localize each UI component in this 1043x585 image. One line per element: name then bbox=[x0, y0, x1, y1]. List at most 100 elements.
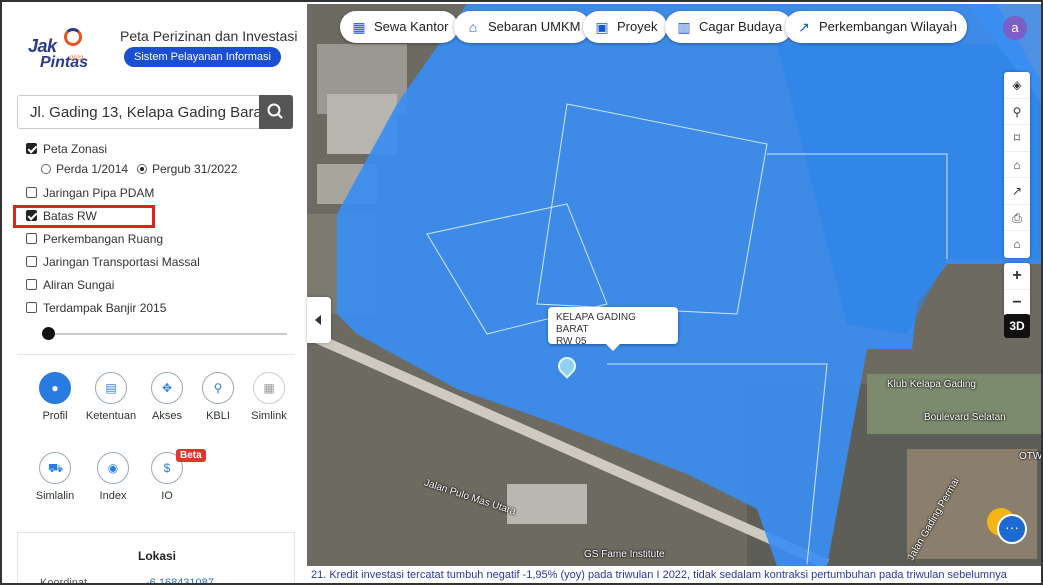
bookmark-icon[interactable]: ⌑ bbox=[1004, 125, 1030, 152]
layer-label: Peta Zonasi bbox=[43, 142, 108, 156]
checkbox[interactable] bbox=[26, 279, 37, 290]
layer-label: Aliran Sungai bbox=[43, 278, 115, 292]
layer-label: Jaringan Pipa PDAM bbox=[43, 186, 155, 200]
logo-mark-icon bbox=[64, 28, 82, 46]
chat-widget[interactable]: ··· bbox=[987, 508, 1027, 544]
peta-zonasi-checkbox[interactable] bbox=[26, 143, 37, 154]
news-ticker: 21. Kredit investasi tercatat tumbuh neg… bbox=[307, 566, 1041, 583]
radio-label: Perda 1/2014 bbox=[56, 162, 129, 176]
user-avatar[interactable]: a bbox=[1003, 16, 1027, 40]
tool-simlink[interactable]: ▦ Simlink bbox=[241, 372, 297, 422]
checkbox[interactable] bbox=[26, 187, 37, 198]
crosshair-icon: ✥ bbox=[161, 381, 173, 395]
popup-title: KELAPA GADING BARAT bbox=[556, 312, 636, 335]
place-label: GS Fame Institute bbox=[584, 549, 665, 560]
nav-cagar-budaya[interactable]: ▥ Cagar Budaya bbox=[665, 11, 793, 43]
nav-sebaran-umkm[interactable]: ⌂ Sebaran UMKM bbox=[454, 11, 591, 43]
layer-banjir-2015[interactable]: Terdampak Banjir 2015 bbox=[26, 300, 166, 316]
document-icon: ▦ bbox=[263, 381, 275, 395]
app-frame: Jak Pintas 2022 Peta Perizinan dan Inves… bbox=[0, 0, 1043, 585]
place-label: Klub Kelapa Gading bbox=[887, 379, 976, 390]
opacity-slider-handle[interactable] bbox=[42, 327, 55, 340]
layer-transportasi-massal[interactable]: Jaringan Transportasi Massal bbox=[26, 254, 200, 270]
popup-subtitle: RW 05 bbox=[556, 336, 587, 347]
building-icon: ▦ bbox=[352, 19, 366, 35]
radio-perda[interactable]: Perda 1/2014 bbox=[41, 162, 128, 176]
book-icon: ▤ bbox=[105, 381, 117, 395]
layer-aliran-sungai[interactable]: Aliran Sungai bbox=[26, 277, 114, 293]
tool-akses[interactable]: ✥ Akses bbox=[139, 372, 195, 422]
layer-perkembangan-ruang[interactable]: Perkembangan Ruang bbox=[26, 231, 163, 247]
chip-label: Sebaran UMKM bbox=[488, 19, 581, 34]
layer-label: Terdampak Banjir 2015 bbox=[43, 301, 167, 315]
tool-simlalin[interactable]: ⛟ Simlalin bbox=[27, 452, 83, 502]
map-imagery bbox=[307, 4, 1041, 566]
layer-label: Perkembangan Ruang bbox=[43, 232, 164, 246]
radio-pergub-button[interactable] bbox=[137, 164, 147, 174]
store-icon: ⌂ bbox=[468, 19, 478, 35]
lokasi-title: Lokasi bbox=[137, 549, 176, 563]
chip-label: Cagar Budaya bbox=[699, 19, 783, 34]
zoom-out-button[interactable]: − bbox=[1004, 290, 1030, 317]
dollar-icon: $ bbox=[163, 461, 171, 475]
divider bbox=[17, 354, 295, 355]
tool-label: Profil bbox=[42, 410, 68, 422]
chart-icon[interactable]: ↗ bbox=[1004, 178, 1030, 205]
zoom-in-button[interactable]: + bbox=[1004, 263, 1030, 290]
pin-icon: ● bbox=[51, 381, 59, 395]
apps-grid-icon[interactable] bbox=[950, 21, 966, 37]
app-title: Peta Perizinan dan Investasi bbox=[120, 28, 298, 44]
export-icon[interactable]: ⎙ bbox=[1004, 205, 1030, 231]
search-input[interactable]: Jl. Gading 13, Kelapa Gading Barat bbox=[30, 104, 266, 121]
home-icon[interactable]: ⌂ bbox=[1004, 231, 1030, 258]
sidebar: Jak Pintas 2022 Peta Perizinan dan Inves… bbox=[4, 4, 307, 585]
tool-label: Ketentuan bbox=[85, 410, 137, 422]
checkbox[interactable] bbox=[26, 256, 37, 267]
map-canvas[interactable]: Klub Kelapa Gading Boulevard Selatan Jal… bbox=[307, 4, 1043, 566]
3d-toggle-button[interactable]: 3D bbox=[1004, 314, 1030, 338]
tool-ketentuan[interactable]: ▤ Ketentuan bbox=[83, 372, 139, 422]
tool-label: Simlink bbox=[251, 410, 287, 422]
tool-profil[interactable]: ● Profil bbox=[27, 372, 83, 422]
tool-label: IO bbox=[161, 490, 173, 502]
zoom-control: + − bbox=[1004, 263, 1030, 316]
briefcase-icon: ▣ bbox=[595, 19, 609, 35]
place-label: OTW bbox=[1019, 451, 1043, 462]
layers-icon[interactable]: ◈ bbox=[1004, 72, 1030, 99]
radio-label: Pergub 31/2022 bbox=[152, 162, 238, 176]
road-label: Boulevard Selatan bbox=[924, 412, 1006, 423]
layer-label: Batas RW bbox=[43, 209, 97, 223]
nav-proyek[interactable]: ▣ Proyek bbox=[583, 11, 668, 43]
opacity-slider-track[interactable] bbox=[49, 333, 287, 335]
pin-icon[interactable]: ⚲ bbox=[1004, 99, 1030, 125]
collapse-sidebar-button[interactable] bbox=[307, 297, 331, 343]
building-icon[interactable]: ⌂ bbox=[1004, 152, 1030, 178]
layer-peta-zonasi[interactable]: Peta Zonasi bbox=[26, 141, 107, 157]
beta-badge: Beta bbox=[176, 449, 206, 462]
person-search-icon: ⚲ bbox=[213, 381, 223, 395]
nav-sewa-kantor[interactable]: ▦ Sewa Kantor bbox=[340, 11, 459, 43]
search-icon bbox=[267, 103, 283, 119]
koordinat-label: Koordinat bbox=[40, 577, 88, 585]
search-box: Jl. Gading 13, Kelapa Gading Barat bbox=[17, 95, 293, 129]
chip-label: Proyek bbox=[617, 19, 658, 34]
tool-kbli[interactable]: ⚲ KBLI bbox=[190, 372, 246, 422]
chip-label: Sewa Kantor bbox=[374, 19, 449, 34]
map-toolbar: ◈ ⚲ ⌑ ⌂ ↗ ⎙ ⌂ bbox=[1004, 72, 1030, 258]
nav-perkembangan-wilayah[interactable]: ↗ Perkembangan Wilayah bbox=[785, 11, 968, 43]
layer-batas-rw[interactable]: Batas RW bbox=[26, 208, 97, 224]
search-button[interactable] bbox=[259, 95, 293, 129]
checkbox[interactable] bbox=[26, 233, 37, 244]
checkbox[interactable] bbox=[26, 302, 37, 313]
tool-index[interactable]: ◉ Index bbox=[85, 452, 141, 502]
jakpintas-logo[interactable]: Jak Pintas 2022 bbox=[28, 26, 90, 76]
checkbox[interactable] bbox=[26, 210, 37, 221]
radio-pergub[interactable]: Pergub 31/2022 bbox=[137, 162, 237, 176]
radio-perda-button[interactable] bbox=[41, 164, 51, 174]
koordinat-value[interactable]: -6.168431087 bbox=[146, 577, 214, 583]
map-popup: KELAPA GADING BARAT RW 05 bbox=[548, 307, 678, 351]
layer-pipa-pdam[interactable]: Jaringan Pipa PDAM bbox=[26, 185, 154, 201]
tool-label: Akses bbox=[152, 410, 182, 422]
logo-year: 2022 bbox=[70, 56, 84, 62]
chat-dots-icon: ··· bbox=[997, 514, 1027, 544]
